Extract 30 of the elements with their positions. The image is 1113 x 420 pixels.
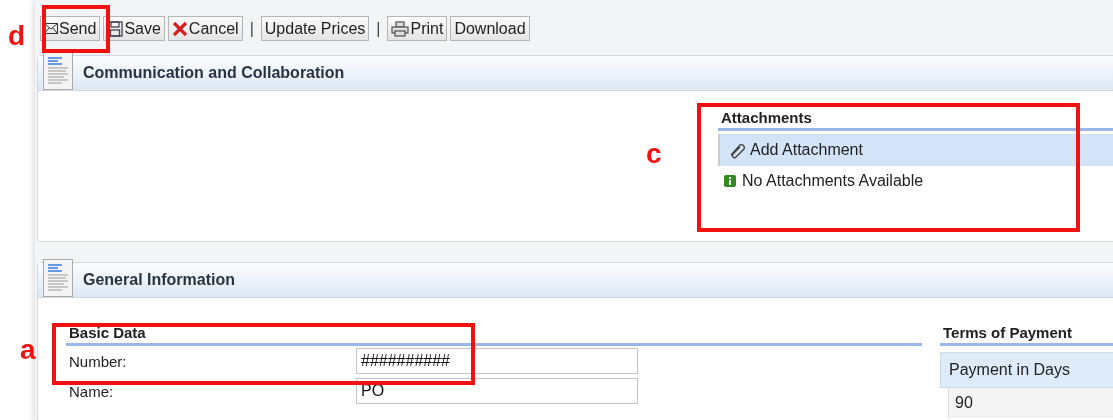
close-icon bbox=[171, 20, 188, 37]
toolbar-button[interactable]: Download bbox=[450, 16, 530, 41]
panel-title: General Information bbox=[83, 271, 236, 289]
input-field[interactable]: ########## bbox=[356, 348, 638, 374]
printer-icon bbox=[391, 20, 410, 37]
toolbar-separator: | bbox=[375, 19, 382, 38]
callout-letter: a bbox=[20, 336, 36, 364]
column-header: Payment in Days bbox=[940, 352, 1113, 388]
section-title: Attachments bbox=[718, 109, 1113, 131]
field-label: Name: bbox=[68, 382, 115, 400]
toolbar-button[interactable]: Print bbox=[387, 16, 448, 41]
toolbar-button[interactable]: Send bbox=[40, 16, 101, 41]
save-icon bbox=[107, 20, 124, 37]
callout-letter: c bbox=[646, 140, 662, 168]
paperclip-icon bbox=[728, 141, 748, 159]
toolbar-separator: | bbox=[248, 19, 255, 38]
toolbar-button[interactable]: Save bbox=[103, 16, 165, 41]
envelope-icon bbox=[44, 23, 58, 34]
section-title: Basic Data bbox=[66, 324, 922, 346]
table-cell: 90 bbox=[948, 388, 1113, 418]
field-label: Number: bbox=[68, 352, 128, 370]
info-message: No Attachments Available bbox=[742, 172, 924, 190]
toolbar-button[interactable]: Update Prices bbox=[260, 16, 370, 41]
highlight-frame bbox=[42, 5, 110, 53]
toolbar-button[interactable]: Cancel bbox=[167, 16, 243, 41]
info-icon bbox=[724, 175, 736, 187]
callout-letter: d bbox=[8, 22, 26, 50]
panel-title: Communication and Collaboration bbox=[83, 64, 345, 82]
section-title: Terms of Payment bbox=[940, 324, 1113, 346]
add-attachment-button[interactable]: Add Attachment bbox=[718, 134, 1113, 166]
